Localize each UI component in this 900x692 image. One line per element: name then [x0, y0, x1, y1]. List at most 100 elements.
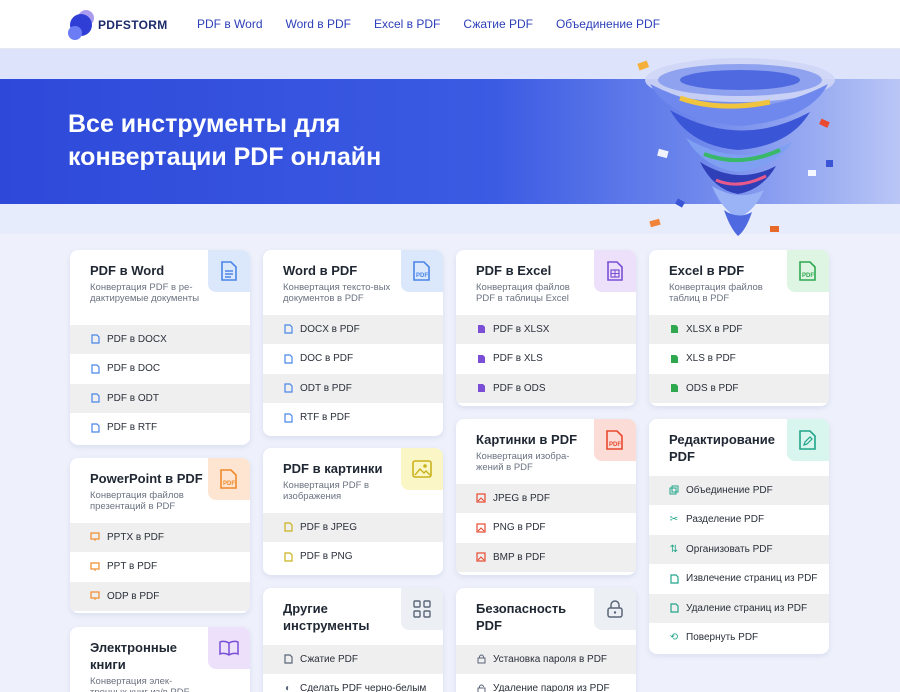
link-pptx-pdf[interactable]: PPTX в PDF [70, 522, 250, 552]
link-label: PDF в XLS [493, 353, 543, 365]
presentation-icon [90, 562, 100, 572]
link-label: PDF в XLSX [493, 323, 550, 335]
merge-icon [669, 485, 679, 495]
file-icon [283, 522, 293, 532]
link-label: ODS в PDF [686, 382, 739, 394]
link-label: BMP в PDF [493, 551, 546, 563]
logo-icon [68, 8, 96, 42]
link-delete-pages[interactable]: Удаление страниц из PDF [649, 593, 829, 623]
card-description: Конвертация файлов таблиц в PDF [669, 282, 763, 304]
file-icon [283, 354, 293, 364]
word-doc-icon [90, 364, 100, 374]
logo-text: PDFSTORM [98, 18, 168, 32]
link-set-password[interactable]: Установка пароля в PDF [456, 644, 636, 674]
link-label: DOCX в PDF [300, 323, 360, 335]
card-title: Excel в PDF [669, 263, 745, 278]
link-jpeg-pdf[interactable]: JPEG в PDF [456, 483, 636, 513]
file-icon [283, 552, 293, 562]
card-pdf-to-word: PDF в Word Конвертация PDF в ре-дактируе… [70, 250, 250, 445]
nav-compress-pdf[interactable]: Сжатие PDF [463, 17, 533, 31]
link-label: RTF в PDF [300, 412, 351, 424]
link-pdf-ods[interactable]: PDF в ODS [456, 373, 636, 403]
card-images-to-pdf: PDF Картинки в PDF Конвертация изобра-же… [456, 419, 636, 575]
link-label: Извлечение страниц из PDF [686, 573, 818, 585]
link-doc-pdf[interactable]: DOC в PDF [263, 343, 443, 373]
link-label: XLSX в PDF [686, 323, 743, 335]
image-icon [476, 552, 486, 562]
nav-excel-pdf[interactable]: Excel в PDF [374, 17, 440, 31]
link-split-pdf[interactable]: ✂ Разделение PDF [649, 504, 829, 534]
link-label: PDF в RTF [107, 422, 158, 434]
link-ods-pdf[interactable]: ODS в PDF [649, 373, 829, 403]
card-title: Электронные книги [90, 640, 178, 672]
nav-merge-pdf[interactable]: Объединение PDF [556, 17, 660, 31]
link-label: ODT в PDF [300, 382, 352, 394]
link-rotate-pdf[interactable]: ⟲ Повернуть PDF [649, 622, 829, 652]
card-word-to-pdf: PDF Word в PDF Конвертация тексто-вых до… [263, 250, 443, 436]
delete-page-icon [669, 603, 679, 613]
link-label: Организовать PDF [686, 543, 773, 555]
link-label: PPT в PDF [107, 561, 158, 573]
link-label: Установка пароля в PDF [493, 653, 608, 665]
image-icon [476, 523, 486, 533]
link-xls-pdf[interactable]: XLS в PDF [649, 343, 829, 373]
link-ppt-pdf[interactable]: PPT в PDF [70, 551, 250, 581]
link-pdf-jpeg[interactable]: PDF в JPEG [263, 512, 443, 542]
card-pdf-to-images: PDF в картинки Конвертация PDF в изображ… [263, 448, 443, 575]
file-icon [476, 383, 486, 393]
logo[interactable]: PDFSTORM [68, 8, 168, 42]
file-icon [669, 383, 679, 393]
word-doc-icon [90, 423, 100, 433]
nav-word-pdf[interactable]: Word в PDF [286, 17, 352, 31]
link-pdf-rtf[interactable]: PDF в RTF [70, 412, 250, 442]
card-title: Картинки в PDF [476, 432, 578, 447]
card-description: Конвертация PDF в изображения [283, 480, 370, 502]
link-merge-pdf[interactable]: Объединение PDF [649, 475, 829, 505]
link-label: XLS в PDF [686, 353, 736, 365]
link-extract-pages[interactable]: Извлечение страниц из PDF [649, 563, 829, 593]
link-pdf-xlsx[interactable]: PDF в XLSX [456, 314, 636, 344]
link-label: PDF в DOCX [107, 333, 167, 345]
link-bmp-pdf[interactable]: BMP в PDF [456, 542, 636, 572]
file-icon [283, 324, 293, 334]
nav-pdf-word[interactable]: PDF в Word [197, 17, 263, 31]
card-other-tools: Другие инструменты Сжатие PDF ◐ Сделать P… [263, 588, 443, 692]
presentation-icon [90, 532, 100, 542]
image-icon [476, 493, 486, 503]
card-pdf-security: Безопасность PDF Установка пароля в PDF … [456, 588, 636, 692]
link-pdf-xls[interactable]: PDF в XLS [456, 343, 636, 373]
link-pdf-docx[interactable]: PDF в DOCX [70, 324, 250, 354]
link-label: PDF в DOC [107, 363, 161, 375]
link-rtf-pdf[interactable]: RTF в PDF [263, 402, 443, 432]
file-icon [669, 324, 679, 334]
link-png-pdf[interactable]: PNG в PDF [456, 512, 636, 542]
link-pdf-doc[interactable]: PDF в DOC [70, 353, 250, 383]
file-icon [476, 354, 486, 364]
card-title: PDF в Word [90, 263, 165, 278]
card-ebooks: Электронные книги Конвертация элек-тронн… [70, 627, 250, 692]
link-docx-pdf[interactable]: DOCX в PDF [263, 314, 443, 344]
card-title: PowerPoint в PDF [90, 471, 203, 486]
contrast-icon: ◐ [284, 683, 292, 692]
link-label: PDF в ODS [493, 382, 546, 394]
link-label: Удаление страниц из PDF [686, 602, 808, 614]
link-remove-password[interactable]: Удаление пароля из PDF [456, 673, 636, 692]
file-icon [476, 324, 486, 334]
link-pdf-odt[interactable]: PDF в ODT [70, 383, 250, 413]
link-label: PNG в PDF [493, 522, 546, 534]
link-odp-pdf[interactable]: ODP в PDF [70, 581, 250, 611]
link-odt-pdf[interactable]: ODT в PDF [263, 373, 443, 403]
word-doc-icon [90, 393, 100, 403]
file-icon [669, 354, 679, 364]
link-organize-pdf[interactable]: ⇅ Организовать PDF [649, 534, 829, 564]
link-xlsx-pdf[interactable]: XLSX в PDF [649, 314, 829, 344]
word-doc-icon [90, 334, 100, 344]
link-label: Объединение PDF [686, 484, 773, 496]
link-compress-pdf[interactable]: Сжатие PDF [263, 644, 443, 674]
link-label: Сжатие PDF [300, 653, 358, 665]
link-pdf-png[interactable]: PDF в PNG [263, 541, 443, 571]
card-title: PDF в Excel [476, 263, 552, 278]
card-title: Word в PDF [283, 263, 358, 278]
card-description: Конвертация изобра-жений в PDF [476, 451, 570, 473]
link-grayscale-pdf[interactable]: ◐ Сделать PDF черно-белым [263, 673, 443, 692]
